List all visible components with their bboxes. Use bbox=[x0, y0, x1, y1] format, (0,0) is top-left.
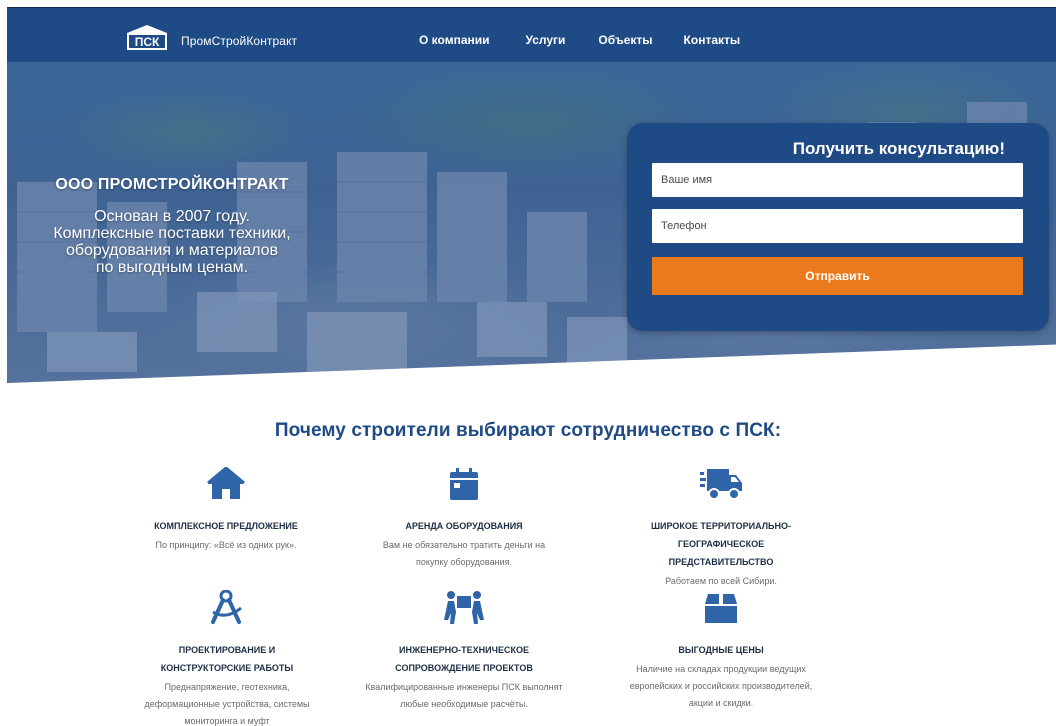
feature-item: ВЫГОДНЫЕ ЦЕНЫ Наличие на складах продукц… bbox=[621, 589, 821, 712]
feature-item: ПРОЕКТИРОВАНИЕ И КОНСТРУКТОРСКИЕ РАБОТЫ … bbox=[139, 589, 315, 726]
name-input[interactable] bbox=[652, 163, 1023, 197]
hero-text: ООО ПРОМСТРОЙКОНТРАКТ Основан в 2007 год… bbox=[7, 176, 337, 276]
feature-item: ИНЖЕНЕРНО-ТЕХНИЧЕСКОЕ СОПРОВОЖДЕНИЕ ПРОЕ… bbox=[364, 589, 564, 713]
hero-description-line: по выгодным ценам. bbox=[95, 259, 249, 276]
feature-desc: По принципу: «Всё из одних рук». bbox=[155, 540, 297, 550]
nav-contacts[interactable]: Контакты bbox=[684, 33, 741, 47]
svg-text:ПСК: ПСК bbox=[135, 35, 160, 49]
logo-text: ПромСтройКонтракт bbox=[181, 34, 298, 48]
home-icon bbox=[126, 465, 326, 503]
submit-button[interactable]: Отправить bbox=[652, 257, 1023, 295]
drafting-compass-icon bbox=[139, 589, 315, 627]
feature-desc: Преднапряжение, геотехника, деформационн… bbox=[144, 682, 310, 726]
feature-title: ИНЖЕНЕРНО-ТЕХНИЧЕСКОЕ СОПРОВОЖДЕНИЕ ПРОЕ… bbox=[395, 645, 533, 673]
feature-item: ШИРОКОЕ ТЕРРИТОРИАЛЬНО-ГЕОГРАФИЧЕСКОЕ ПР… bbox=[626, 465, 816, 590]
nav-services[interactable]: Услуги bbox=[526, 33, 566, 47]
feature-title: ШИРОКОЕ ТЕРРИТОРИАЛЬНО-ГЕОГРАФИЧЕСКОЕ ПР… bbox=[650, 521, 791, 567]
feature-desc: Вам не обязательно тратить деньги на пок… bbox=[382, 540, 546, 567]
nav-objects[interactable]: Объекты bbox=[598, 33, 652, 47]
logo-mark: ПСК bbox=[123, 24, 171, 50]
feature-title: АРЕНДА ОБОРУДОВАНИЯ bbox=[405, 521, 523, 531]
main-nav: О компании Услуги Объекты Контакты bbox=[419, 33, 776, 47]
calendar-icon bbox=[374, 465, 554, 503]
feature-desc: Наличие на складах продукции ведущих евр… bbox=[629, 664, 813, 708]
hero-description: Основан в 2007 году. Комплексные поставк… bbox=[7, 208, 337, 276]
hero-company-name: ООО ПРОМСТРОЙКОНТРАКТ bbox=[55, 176, 289, 193]
feature-desc: Работаем по всей Сибири. bbox=[665, 576, 777, 586]
hero-description-line: оборудования и материалов bbox=[65, 242, 279, 259]
features-title: Почему строители выбирают сотрудничество… bbox=[274, 420, 782, 441]
feature-item: АРЕНДА ОБОРУДОВАНИЯ Вам не обязательно т… bbox=[374, 465, 554, 571]
logo[interactable]: ПСК ПромСтройКонтракт bbox=[123, 24, 297, 50]
form-title: Получить консультацию! bbox=[792, 139, 1005, 158]
feature-title: КОМПЛЕКСНОЕ ПРЕДЛОЖЕНИЕ bbox=[154, 521, 298, 531]
feature-desc: Квалифицированные инженеры ПСК выполнят … bbox=[365, 682, 563, 709]
feature-title: ПРОЕКТИРОВАНИЕ И КОНСТРУКТОРСКИЕ РАБОТЫ bbox=[160, 645, 294, 673]
nav-about[interactable]: О компании bbox=[419, 33, 490, 47]
site-header: ПСК ПромСтройКонтракт О компании Услуги … bbox=[7, 7, 1056, 62]
box-icon bbox=[621, 589, 821, 627]
truck-icon bbox=[626, 465, 816, 503]
feature-item: КОМПЛЕКСНОЕ ПРЕДЛОЖЕНИЕ По принципу: «Вс… bbox=[126, 465, 326, 554]
people-carry-icon bbox=[364, 589, 564, 627]
phone-input[interactable] bbox=[652, 209, 1023, 243]
consultation-form: Получить консультацию! Отправить bbox=[627, 123, 1049, 331]
feature-title: ВЫГОДНЫЕ ЦЕНЫ bbox=[678, 645, 764, 655]
hero-description-line: Основан в 2007 году. bbox=[94, 208, 250, 225]
hero-description-line: Комплексные поставки техники, bbox=[53, 225, 291, 242]
